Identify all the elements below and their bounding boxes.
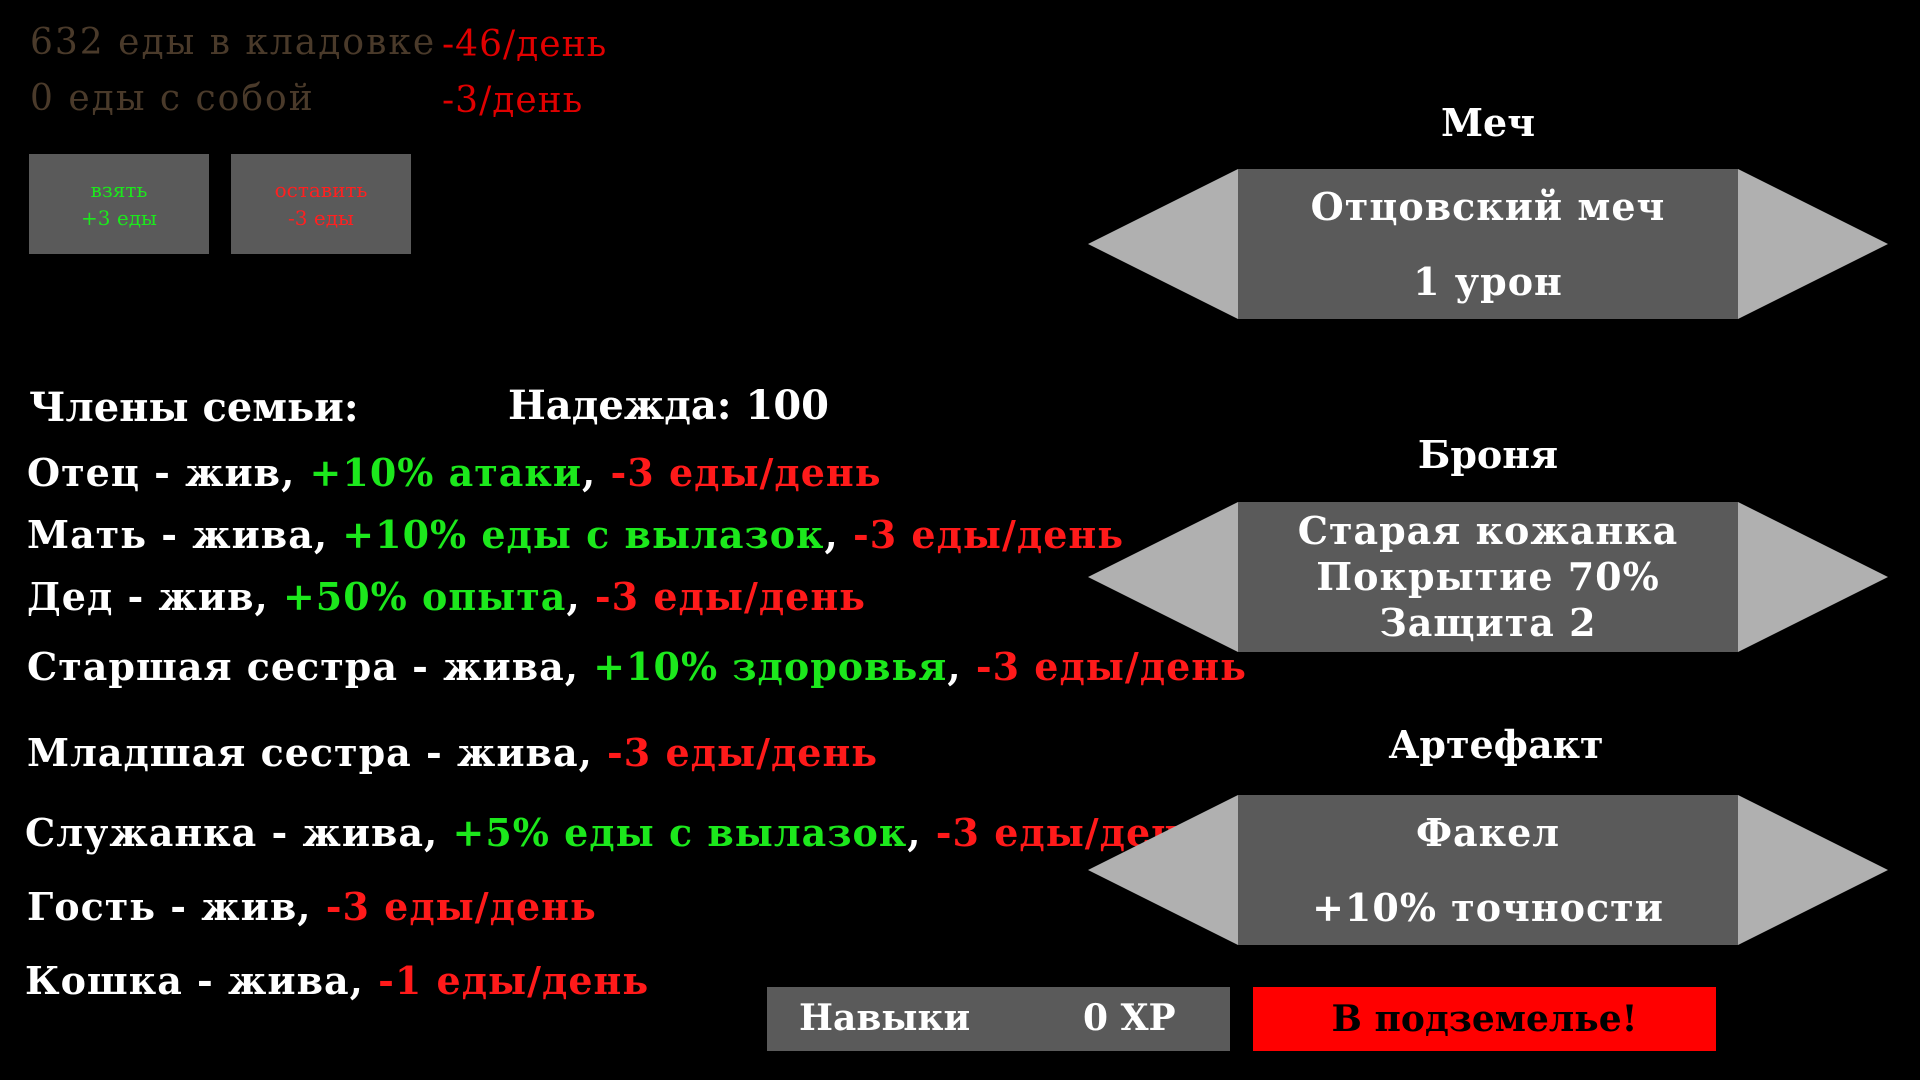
- member-cost: -3 еды/день: [594, 574, 866, 619]
- member-bonus: +10% здоровья: [593, 644, 948, 689]
- member-status: Служанка - жива,: [25, 810, 453, 855]
- leave-food-amount: -3 еды: [288, 206, 354, 230]
- artifact-effect: +10% точности: [1312, 885, 1664, 930]
- member-status: Старшая сестра - жива,: [27, 644, 594, 689]
- storage-food-rate: -46/день: [442, 24, 608, 65]
- member-separator: ,: [582, 450, 611, 495]
- artifact-panel: Факел +10% точности: [1238, 795, 1738, 945]
- carried-food-text: 0 еды с собой: [30, 78, 315, 119]
- member-bonus: +5% еды с вылазок: [452, 810, 908, 855]
- member-separator: ,: [566, 574, 595, 619]
- sword-name: Отцовский меч: [1310, 184, 1666, 229]
- family-member-elder-sister: Старшая сестра - жива, +10% здоровья, -3…: [27, 644, 1247, 689]
- skills-button[interactable]: Навыки 0 XP: [767, 987, 1230, 1051]
- member-status: Кошка - жива,: [25, 958, 379, 1003]
- artifact-next-arrow[interactable]: [1738, 795, 1888, 945]
- family-member-grandfather: Дед - жив, +50% опыта, -3 еды/день: [27, 574, 866, 619]
- member-cost: -1 еды/день: [378, 958, 650, 1003]
- member-status: Отец - жив,: [27, 450, 310, 495]
- armor-header: Броня: [1417, 432, 1559, 477]
- skills-label: Навыки: [799, 997, 971, 1039]
- sword-next-arrow[interactable]: [1738, 169, 1888, 319]
- member-cost: -3 еды/день: [610, 450, 882, 495]
- armor-prev-arrow[interactable]: [1088, 502, 1238, 652]
- member-bonus: +10% атаки: [309, 450, 583, 495]
- artifact-prev-arrow[interactable]: [1088, 795, 1238, 945]
- member-bonus: +50% опыта: [282, 574, 567, 619]
- member-separator: ,: [824, 512, 853, 557]
- member-cost: -3 еды/день: [607, 730, 879, 775]
- family-member-younger-sister: Младшая сестра - жива, -3 еды/день: [27, 730, 878, 775]
- member-cost: -3 еды/день: [325, 884, 597, 929]
- leave-food-label: оставить: [274, 178, 368, 202]
- enter-dungeon-label: В подземелье!: [1331, 998, 1638, 1040]
- member-status: Дед - жив,: [27, 574, 283, 619]
- family-member-maid: Служанка - жива, +5% еды с вылазок, -3 е…: [25, 810, 1207, 855]
- armor-coverage: Покрытие 70%: [1316, 554, 1660, 599]
- family-title: Члены семьи:: [29, 384, 359, 431]
- member-status: Гость - жив,: [27, 884, 326, 929]
- artifact-header: Артефакт: [1388, 722, 1604, 767]
- sword-damage: 1 урон: [1413, 259, 1563, 304]
- artifact-name: Факел: [1415, 810, 1561, 855]
- family-member-father: Отец - жив, +10% атаки, -3 еды/день: [27, 450, 882, 495]
- family-member-guest: Гость - жив, -3 еды/день: [27, 884, 597, 929]
- leave-food-button[interactable]: оставить -3 еды: [231, 154, 411, 254]
- sword-panel: Отцовский меч 1 урон: [1238, 169, 1738, 319]
- armor-name: Старая кожанка: [1297, 508, 1679, 553]
- storage-food-text: 632 еды в кладовке: [30, 22, 437, 63]
- xp-value: 0 XP: [1083, 997, 1176, 1039]
- family-member-mother: Мать - жива, +10% еды с вылазок, -3 еды/…: [27, 512, 1124, 557]
- armor-panel: Старая кожанка Покрытие 70% Защита 2: [1238, 502, 1738, 652]
- sword-prev-arrow[interactable]: [1088, 169, 1238, 319]
- hope-value: Надежда: 100: [508, 382, 829, 429]
- member-cost: -3 еды/день: [852, 512, 1124, 557]
- enter-dungeon-button[interactable]: В подземелье!: [1253, 987, 1716, 1051]
- carried-food-rate: -3/день: [442, 80, 584, 121]
- member-status: Младшая сестра - жива,: [27, 730, 608, 775]
- family-member-cat: Кошка - жива, -1 еды/день: [25, 958, 649, 1003]
- take-food-amount: +3 еды: [81, 206, 157, 230]
- member-separator: ,: [947, 644, 976, 689]
- member-bonus: +10% еды с вылазок: [342, 512, 825, 557]
- armor-next-arrow[interactable]: [1738, 502, 1888, 652]
- armor-defense: Защита 2: [1379, 600, 1597, 645]
- sword-header: Меч: [1440, 100, 1536, 145]
- take-food-button[interactable]: взять +3 еды: [29, 154, 209, 254]
- member-separator: ,: [907, 810, 936, 855]
- member-status: Мать - жива,: [27, 512, 343, 557]
- take-food-label: взять: [90, 178, 148, 202]
